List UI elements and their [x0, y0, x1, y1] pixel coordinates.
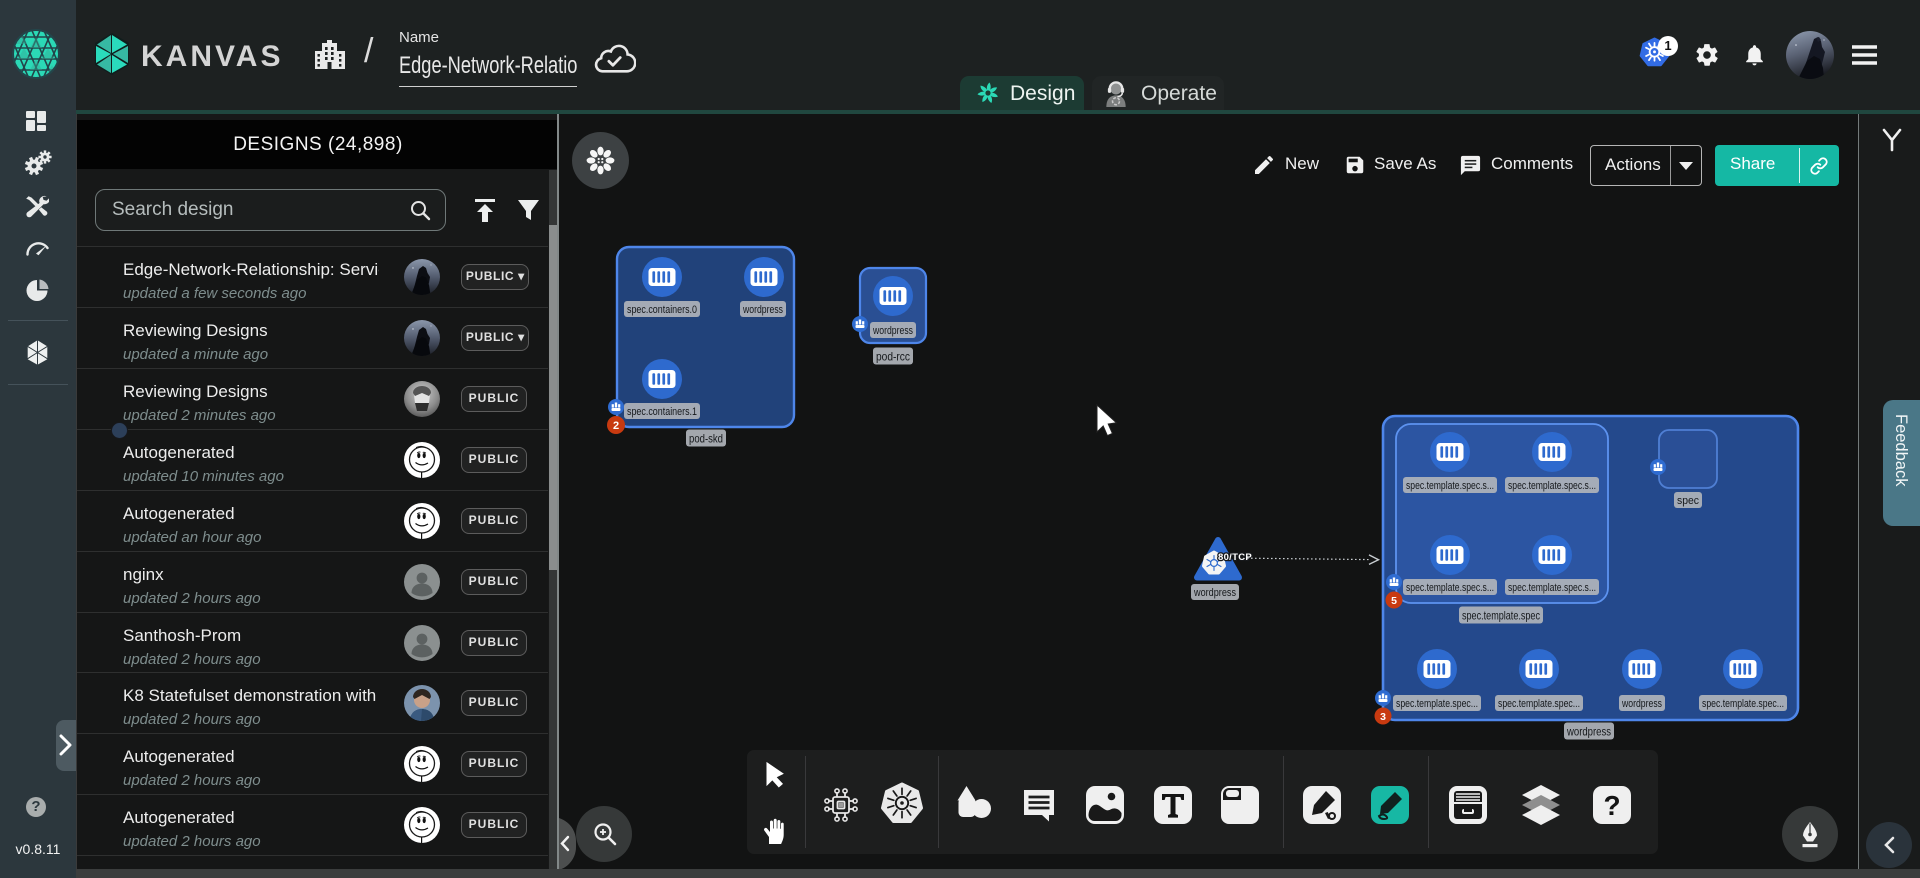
- svg-text:KANVAS: KANVAS: [141, 40, 283, 73]
- svg-text:?: ?: [1603, 790, 1620, 821]
